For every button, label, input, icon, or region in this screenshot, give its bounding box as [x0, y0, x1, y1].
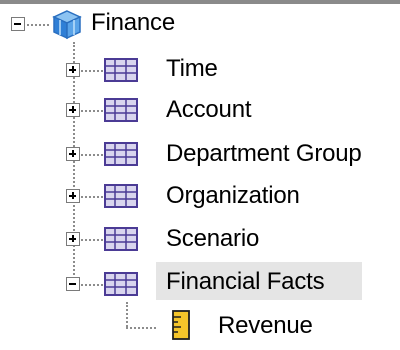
- tree-connector: [81, 239, 103, 241]
- tree-node-account[interactable]: Account: [166, 95, 252, 125]
- tree-connector: [126, 302, 128, 327]
- tree-node-organization[interactable]: Organization: [166, 181, 300, 211]
- tree-connector: [126, 327, 156, 329]
- dimension-grid-icon: [104, 98, 138, 122]
- expand-toggle-scenario[interactable]: [66, 232, 80, 246]
- dimension-grid-icon: [104, 227, 138, 251]
- tree-connector: [81, 196, 103, 198]
- tree-connector: [81, 284, 103, 286]
- tree-node-finance[interactable]: Finance: [91, 8, 175, 38]
- dimension-grid-icon: [104, 184, 138, 208]
- tree-connector: [81, 110, 103, 112]
- tree-connector: [81, 70, 103, 72]
- measure-ruler-icon: [172, 310, 190, 340]
- dimension-grid-icon: [104, 142, 138, 166]
- tree-node-revenue[interactable]: Revenue: [218, 311, 313, 341]
- tree-connector: [27, 24, 49, 26]
- dimension-grid-icon: [104, 58, 138, 82]
- cube-tree: Finance Time Account Department Group Or: [0, 0, 400, 350]
- tree-connector: [81, 154, 103, 156]
- tree-node-department-group[interactable]: Department Group: [166, 139, 362, 169]
- tree-node-scenario[interactable]: Scenario: [166, 224, 259, 254]
- tree-node-time[interactable]: Time: [166, 54, 218, 84]
- expand-toggle-time[interactable]: [66, 63, 80, 77]
- expand-toggle-department-group[interactable]: [66, 147, 80, 161]
- collapse-toggle-finance[interactable]: [11, 17, 25, 31]
- tree-node-financial-facts[interactable]: Financial Facts: [166, 267, 325, 297]
- tree-connector: [73, 42, 75, 286]
- collapse-toggle-financial-facts[interactable]: [66, 277, 80, 291]
- expand-toggle-organization[interactable]: [66, 189, 80, 203]
- expand-toggle-account[interactable]: [66, 103, 80, 117]
- cube-icon: [52, 10, 82, 40]
- measure-group-icon: [104, 272, 138, 296]
